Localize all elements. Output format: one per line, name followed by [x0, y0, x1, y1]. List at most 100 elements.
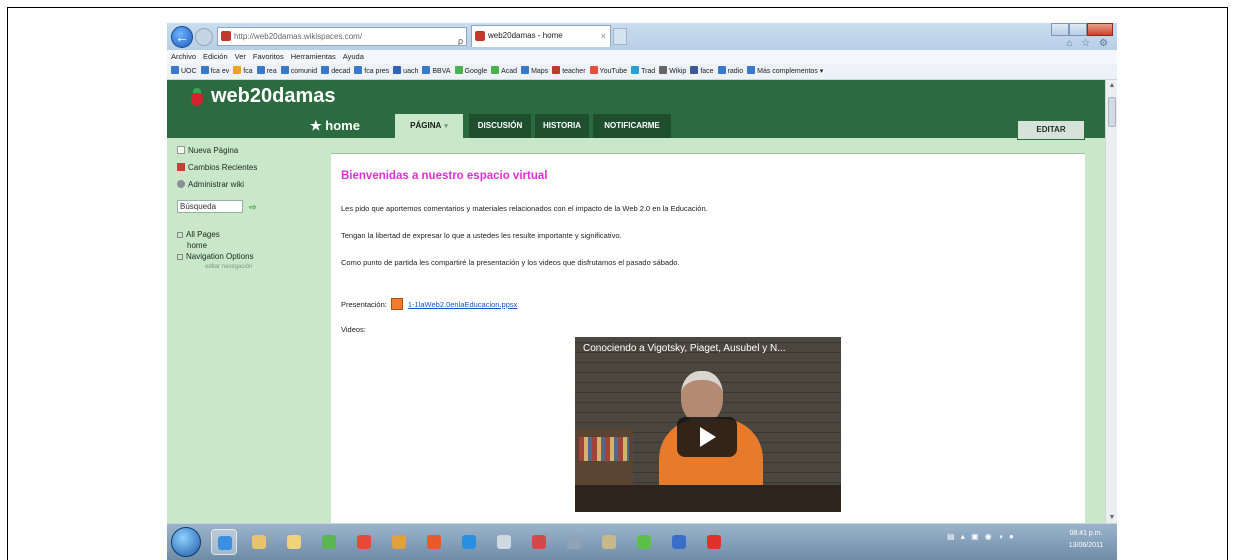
play-button[interactable]	[677, 417, 737, 457]
search-go-icon[interactable]: ⇨	[249, 202, 257, 213]
taskbar-app-chrome[interactable]	[351, 529, 377, 555]
clock[interactable]: 08:41 p.m. 13/06/2011	[1059, 528, 1113, 552]
vertical-scrollbar[interactable]: ▲ ▼	[1105, 80, 1117, 523]
home-link[interactable]: ★ home	[310, 118, 360, 134]
tab-discusion[interactable]: DISCUSIÓN	[469, 114, 531, 138]
search-input[interactable]: Búsqueda	[177, 200, 243, 213]
scroll-up-icon[interactable]: ▲	[1108, 82, 1116, 89]
edit-navigation-link[interactable]: editar navegación	[205, 264, 252, 270]
tab-notificarme[interactable]: NOTIFICARME	[593, 114, 671, 138]
menu-item[interactable]: Favoritos	[253, 52, 284, 61]
address-tools[interactable]: ρ - ☰ C ✕	[458, 33, 466, 45]
back-button[interactable]: ←	[171, 26, 193, 48]
favorite-link[interactable]: comunid	[280, 64, 318, 79]
favorite-link[interactable]: Más complementos ▾	[747, 64, 823, 79]
favorite-label: comunid	[290, 68, 318, 75]
wiki-header: web20damas ★ home PÁGINA ▾ DISCUSIÓN HIST…	[167, 80, 1105, 140]
favorite-link[interactable]: BBVA	[422, 64, 451, 79]
start-button[interactable]	[171, 527, 201, 557]
favorite-link[interactable]: fca ev	[200, 64, 229, 79]
menu-item[interactable]: Ayuda	[343, 52, 364, 61]
close-window-button[interactable]	[1087, 23, 1113, 36]
forward-button[interactable]	[195, 28, 213, 46]
favorite-link[interactable]: Wikip	[659, 64, 686, 79]
system-tray-icons[interactable]: ▤ ▴ ▣ ◉ ◑ ●	[947, 532, 1016, 541]
taskbar-app-office[interactable]	[421, 529, 447, 555]
taskbar-app-skype[interactable]	[456, 529, 482, 555]
favorite-label: Trad	[641, 68, 656, 75]
favorite-icon	[171, 66, 179, 74]
youtube-video-embed[interactable]: Conociendo a Vigotsky, Piaget, Ausubel y…	[575, 337, 841, 512]
taskbar-app-library[interactable]	[596, 529, 622, 555]
tab-pagina[interactable]: PÁGINA ▾	[395, 114, 463, 138]
favorite-label: uach	[403, 68, 419, 75]
favorite-link[interactable]: Google	[454, 64, 487, 79]
favorite-link[interactable]: uach	[393, 64, 418, 79]
minimize-button[interactable]	[1051, 23, 1069, 36]
expand-toggle-icon	[177, 254, 183, 260]
new-tab-button[interactable]	[613, 28, 627, 45]
presentation-file-link[interactable]: 1-1laWeb2.0enlaEducacion.ppsx	[408, 300, 518, 309]
clock-time: 08:41 p.m.	[1069, 530, 1103, 537]
favorite-link[interactable]: Acad	[491, 64, 517, 79]
sidebar-item-home[interactable]: home	[187, 241, 207, 250]
taskbar-app-file-explorer[interactable]	[246, 529, 272, 555]
taskbar-app-calculator[interactable]	[561, 529, 587, 555]
presentation-line: Presentación: 1-1laWeb2.0enlaEducacion.pp…	[341, 298, 517, 310]
taskbar-app-puzzle[interactable]	[526, 529, 552, 555]
taskbar-app-internet-explorer[interactable]	[211, 529, 237, 555]
scroll-down-icon[interactable]: ▼	[1108, 514, 1116, 521]
scroll-thumb[interactable]	[1108, 97, 1116, 127]
favorite-link[interactable]: fca pres	[354, 64, 389, 79]
menu-item[interactable]: Ver	[235, 52, 246, 61]
skype-icon	[462, 535, 476, 549]
menu-item[interactable]: Archivo	[171, 52, 196, 61]
chevron-down-icon: ▾	[444, 123, 448, 130]
favorite-link[interactable]: Maps	[521, 64, 548, 79]
tab-pagina-label: PÁGINA	[410, 121, 442, 130]
favorite-link[interactable]: YouTube	[589, 64, 627, 79]
favorite-link[interactable]: decad	[321, 64, 350, 79]
site-title[interactable]: web20damas	[211, 85, 336, 108]
favorite-label: decad	[331, 68, 351, 75]
taskbar-app-word[interactable]	[666, 529, 692, 555]
edit-button[interactable]: EDITAR	[1017, 120, 1085, 140]
sidebar-item-new-page[interactable]: Nueva Página	[177, 146, 238, 155]
taskbar-app-media-player[interactable]	[491, 529, 517, 555]
maximize-button[interactable]	[1069, 23, 1087, 36]
favorite-icon	[393, 66, 402, 74]
taskbar-app-evernote[interactable]	[631, 529, 657, 555]
back-arrow-icon: ←	[175, 29, 189, 45]
home-favorites-tools-icons[interactable]: ⌂ ☆ ⚙	[1066, 38, 1111, 49]
tab-historia[interactable]: HISTORIA	[535, 114, 589, 138]
video-title[interactable]: Conociendo a Vigotsky, Piaget, Ausubel y…	[583, 343, 786, 354]
favorite-link[interactable]: fca	[233, 64, 253, 79]
office-icon	[427, 535, 441, 549]
favorite-link[interactable]: Trad	[631, 64, 655, 79]
tab-close-icon[interactable]: ×	[601, 26, 606, 46]
taskbar-app-paint[interactable]	[386, 529, 412, 555]
favorite-icon	[690, 66, 699, 74]
favorite-label: BBVA	[432, 68, 451, 75]
favorite-link[interactable]: face	[690, 64, 714, 79]
favorite-link[interactable]: teacher	[552, 64, 586, 79]
menu-item[interactable]: Edición	[203, 52, 228, 61]
file-explorer-icon	[252, 535, 266, 549]
taskbar-app-acrobat[interactable]	[701, 529, 727, 555]
favorite-link[interactable]: UOC	[171, 64, 197, 79]
sidebar-item-manage-wiki[interactable]: Administrar wiki	[177, 180, 244, 189]
taskbar-app-folder[interactable]	[281, 529, 307, 555]
favorite-label: radio	[727, 68, 744, 75]
address-bar[interactable]: http://web20damas.wikispaces.com/ ρ - ☰ …	[217, 27, 467, 46]
sidebar-item-all-pages[interactable]: All Pages	[177, 230, 220, 239]
taskbar-app-messenger[interactable]	[316, 529, 342, 555]
sidebar-item-navigation-options[interactable]: Navigation Options	[177, 252, 254, 261]
sidebar-item-recent-changes[interactable]: Cambios Recientes	[177, 163, 257, 172]
favorite-label: Más complementos ▾	[757, 68, 824, 75]
favorite-link[interactable]: radio	[717, 64, 744, 79]
tab-web20damas[interactable]: web20damas - home ×	[471, 25, 611, 47]
menu-item[interactable]: Herramientas	[291, 52, 336, 61]
favorite-icon	[552, 66, 561, 74]
favorite-link[interactable]: rea	[256, 64, 277, 79]
page-heading: Bienvenidas a nuestro espacio virtual	[341, 170, 548, 182]
